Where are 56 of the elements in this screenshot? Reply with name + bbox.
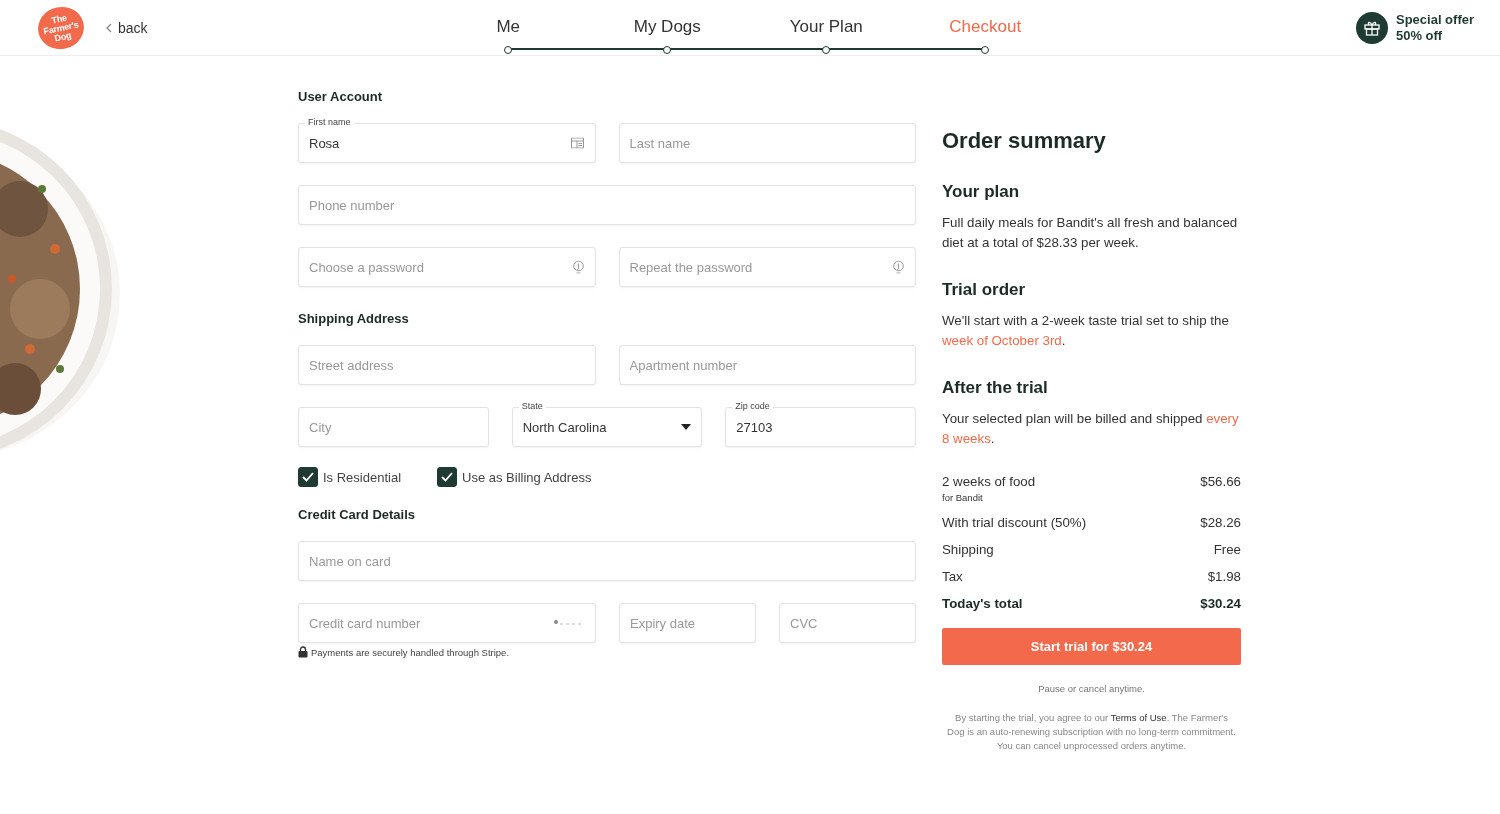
input-field[interactable]: Street address (298, 345, 596, 385)
input-field[interactable]: Name on card (298, 541, 916, 581)
dropdown-caret-icon (681, 424, 692, 430)
pause-note: Pause or cancel anytime. (1037, 683, 1146, 694)
summary-text: Full daily meals for Bandit's all fresh and balanced diet at a total of $28.33 per week. (942, 214, 1239, 252)
line-item-amount: $1.98 (1207, 569, 1241, 584)
line-item-label: With trial discount (50%) (942, 515, 1087, 530)
field-label: First name (305, 116, 354, 128)
section-title: Credit Card Details (298, 507, 417, 522)
progress-step[interactable]: Your Plan (746, 17, 906, 54)
checkmark-icon (441, 472, 454, 482)
line-item-amount: $30.24 (1200, 596, 1241, 611)
lock-icon (298, 646, 308, 658)
line-item-amount: $28.26 (1200, 515, 1241, 530)
progress-step[interactable]: My Dogs (587, 17, 747, 54)
input-field[interactable]: Last name (618, 123, 916, 163)
input-field[interactable]: City (298, 407, 489, 447)
checkbox-label[interactable]: Is Residential (323, 469, 402, 485)
line-item-label: 2 weeks of food (942, 474, 1036, 489)
summary-heading: Your plan (942, 182, 1021, 202)
highlighted-date: week of October 3rd (942, 332, 1062, 348)
special-offer-text[interactable]: Special offer 50% off (1395, 11, 1474, 44)
summary-text: Your selected plan will be billed and shipped every 8 weeks. (942, 410, 1240, 448)
field-label: State (518, 400, 546, 412)
field-label: Zip code (732, 400, 773, 412)
line-item-label: Today's total (942, 596, 1023, 611)
line-item-amount: $56.66 (1200, 474, 1241, 491)
input-field[interactable]: Credit card number (298, 603, 596, 643)
line-item-label: Shipping (942, 542, 994, 557)
checkbox-label[interactable]: Use as Billing Address (462, 469, 592, 485)
contact-card-icon (570, 137, 584, 149)
chevron-left-icon (106, 22, 112, 33)
back-link[interactable]: back (106, 19, 148, 36)
terms-link[interactable]: Terms of Use (1110, 712, 1167, 723)
input-field[interactable]: Expiry date (619, 603, 756, 643)
summary-text: We'll start with a 2-week taste trial set to ship the week of October 3rd. (942, 312, 1230, 350)
security-note: Payments are securely handled through Stripe. (311, 646, 510, 658)
checkbox[interactable] (437, 467, 458, 487)
line-item-note: for Bandit (942, 492, 984, 503)
summary-heading: Trial order (942, 280, 1027, 300)
legal-text: By starting the trial, you agree to our Terms of Use. The Farmer's Dog is an auto-renewing subscription with no long-term commitment. You can cancel unprocessed orders anytime. (946, 711, 1237, 753)
line-item-label: Tax (942, 569, 963, 584)
line-item-amount: Free (1213, 542, 1241, 557)
input-field[interactable]: Apartment number (618, 345, 916, 385)
section-title: User Account (298, 89, 384, 104)
input-field[interactable]: Choose a password (298, 247, 596, 287)
input-field[interactable]: Repeat the password (618, 247, 916, 287)
section-title: Shipping Address (298, 311, 410, 326)
input-field[interactable]: CVC (779, 603, 916, 643)
checkbox[interactable] (298, 467, 318, 487)
input-field[interactable]: Phone number (298, 185, 916, 225)
summary-title: Order summary (942, 128, 1107, 154)
progress-step[interactable]: Me (428, 17, 588, 54)
checkmark-icon (302, 472, 314, 482)
card-number-icon (554, 619, 584, 627)
summary-heading: After the trial (942, 378, 1049, 398)
